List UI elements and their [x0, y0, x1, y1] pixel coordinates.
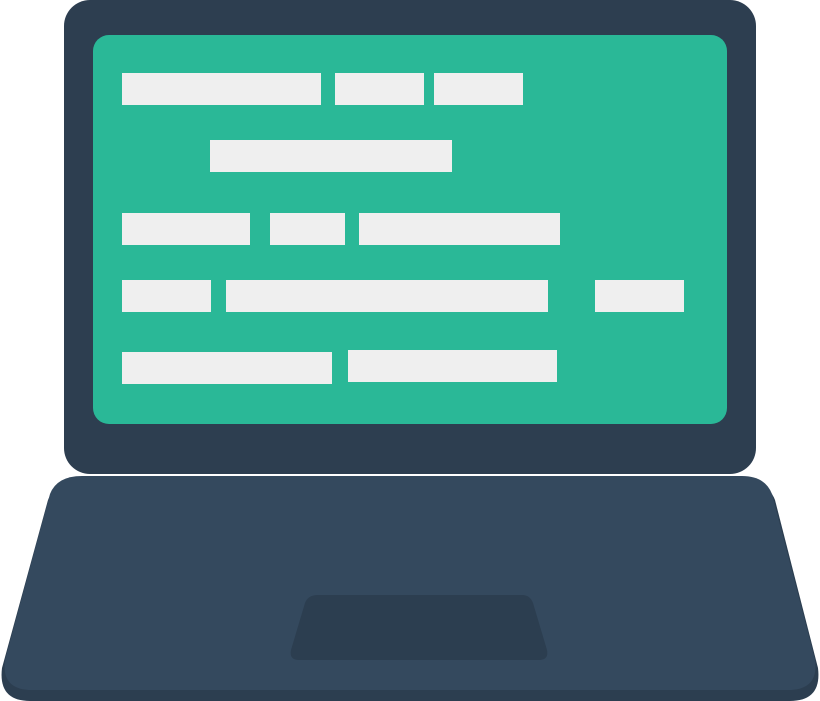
trackpad [290, 595, 548, 660]
code-line [434, 73, 523, 105]
code-line [210, 140, 452, 172]
code-line [595, 280, 684, 312]
code-line [226, 280, 548, 312]
laptop-icon [1, 0, 819, 701]
code-line [335, 73, 424, 105]
code-line [122, 213, 250, 245]
code-line [270, 213, 345, 245]
code-line [122, 73, 321, 105]
code-line [348, 350, 557, 382]
code-line [359, 213, 560, 245]
code-line [122, 352, 332, 384]
code-line [122, 280, 211, 312]
